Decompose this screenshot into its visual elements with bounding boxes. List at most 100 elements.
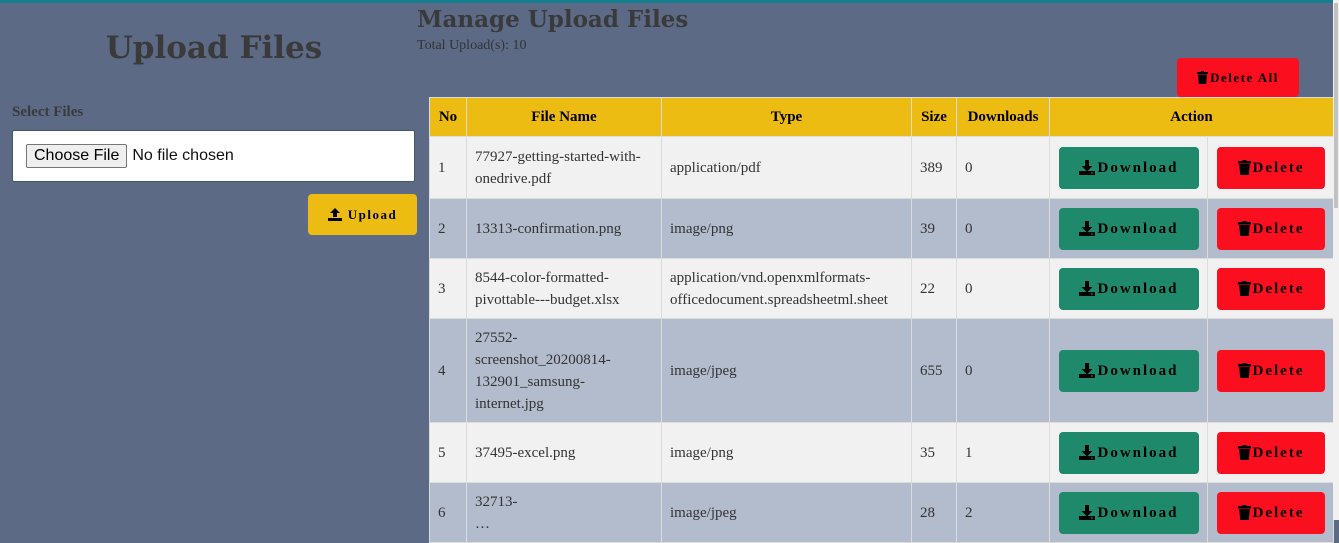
header-size: Size [911, 97, 957, 137]
download-icon [1079, 363, 1096, 378]
type-line: image/png [670, 444, 734, 461]
delete-button[interactable]: Delete [1217, 267, 1325, 310]
cell-downloads: 0 [956, 136, 1050, 199]
cell-type: image/jpeg [661, 318, 912, 423]
cell-file-name: 32713-… [466, 482, 662, 543]
cell-type: image/png [661, 422, 912, 483]
download-button[interactable]: Download [1059, 431, 1199, 474]
upload-icon [327, 208, 342, 221]
cell-type: application/pdf [661, 136, 912, 199]
download-icon [1079, 221, 1096, 236]
cell-type: image/jpeg [661, 482, 912, 543]
cell-delete-action: Delete [1207, 422, 1334, 483]
header-action: Action [1049, 97, 1334, 137]
download-label: Download [1097, 220, 1179, 237]
download-button[interactable]: Download [1059, 146, 1199, 189]
delete-label: Delete [1252, 362, 1305, 379]
cell-type: image/png [661, 198, 912, 259]
cell-size: 655 [911, 318, 957, 423]
file-input[interactable]: Choose File No file chosen [12, 130, 415, 182]
delete-button[interactable]: Delete [1217, 207, 1325, 250]
cell-download-action: Download [1049, 198, 1208, 259]
trash-icon [1237, 445, 1251, 460]
table-header-row: No File Name Type Size Downloads Action [429, 97, 1334, 137]
cell-size: 389 [911, 136, 957, 199]
trash-icon [1237, 221, 1251, 236]
cell-file-name: 37495-excel.png [466, 422, 662, 483]
cell-download-action: Download [1049, 258, 1208, 319]
trash-icon [1237, 505, 1251, 520]
download-icon [1079, 160, 1096, 175]
download-label: Download [1097, 444, 1179, 461]
trash-icon [1197, 71, 1209, 84]
download-button[interactable]: Download [1059, 207, 1199, 250]
file-name-line: 27552- [475, 329, 518, 346]
download-button[interactable]: Download [1059, 349, 1199, 392]
choose-file-button[interactable]: Choose File [26, 144, 128, 168]
table-body: 1 77927-getting-started-with-onedrive.pdf… [429, 136, 1334, 543]
select-files-label: Select Files [12, 104, 84, 120]
delete-label: Delete [1252, 444, 1305, 461]
download-label: Download [1097, 280, 1179, 297]
file-name-line: … [475, 515, 490, 532]
cell-no: 3 [429, 258, 467, 319]
download-button[interactable]: Download [1059, 267, 1199, 310]
upload-button[interactable]: Upload [308, 194, 417, 235]
download-icon [1079, 445, 1096, 460]
delete-button[interactable]: Delete [1217, 349, 1325, 392]
table-row: 3 8544-color-formatted-pivottable---budge… [429, 258, 1334, 319]
cell-file-name: 8544-color-formatted-pivottable---budget… [466, 258, 662, 319]
header-type: Type [661, 97, 912, 137]
type-line: image/png [670, 220, 734, 237]
cell-size: 28 [911, 482, 957, 543]
type-line: application/pdf [670, 159, 761, 176]
cell-no: 4 [429, 318, 467, 423]
cell-delete-action: Delete [1207, 198, 1334, 259]
cell-downloads: 2 [956, 482, 1050, 543]
file-name-line: 132901_samsung- [475, 373, 585, 390]
file-name-line: 8544-color-formatted- [475, 269, 609, 286]
total-uploads: Total Upload(s): 10 [417, 38, 527, 53]
cell-file-name: 13313-confirmation.png [466, 198, 662, 259]
file-status: No file chosen [132, 147, 234, 164]
cell-download-action: Download [1049, 422, 1208, 483]
delete-all-button[interactable]: Delete All [1177, 58, 1299, 97]
download-label: Download [1097, 362, 1179, 379]
cell-downloads: 0 [956, 198, 1050, 259]
cell-size: 22 [911, 258, 957, 319]
header-file-name: File Name [466, 97, 662, 137]
cell-no: 1 [429, 136, 467, 199]
files-table-wrapper: No File Name Type Size Downloads Action … [429, 97, 1334, 543]
cell-file-name: 27552- screenshot_20200814- 132901_samsung… [466, 318, 662, 423]
delete-button[interactable]: Delete [1217, 146, 1325, 189]
file-name-line: 77927-getting-started-with- [475, 148, 641, 165]
cell-size: 39 [911, 198, 957, 259]
cell-delete-action: Delete [1207, 482, 1334, 543]
delete-button[interactable]: Delete [1217, 431, 1325, 474]
upload-title: Upload Files [105, 30, 323, 66]
top-accent-bar [0, 0, 1339, 3]
table-row: 2 13313-confirmation.png image/png 39 0 Down… [429, 198, 1334, 259]
delete-button[interactable]: Delete [1217, 491, 1325, 534]
scrollbar-thumb[interactable] [1334, 3, 1338, 208]
cell-download-action: Download [1049, 136, 1208, 199]
file-name-line: internet.jpg [475, 395, 544, 412]
upload-button-label: Upload [347, 206, 398, 222]
download-icon [1079, 281, 1096, 296]
download-label: Download [1097, 504, 1179, 521]
table-row: 1 77927-getting-started-with-onedrive.pdf… [429, 136, 1334, 199]
cell-delete-action: Delete [1207, 258, 1334, 319]
download-label: Download [1097, 159, 1179, 176]
trash-icon [1237, 363, 1251, 378]
type-line: image/jpeg [670, 504, 737, 521]
cell-no: 2 [429, 198, 467, 259]
cell-downloads: 0 [956, 318, 1050, 423]
table-row: 6 32713- … image/jpeg 28 2 Download Delete [429, 482, 1334, 543]
table-row: 5 37495-excel.png image/png 35 1 Download De… [429, 422, 1334, 483]
manage-title: Manage Upload Files [417, 6, 689, 33]
download-button[interactable]: Download [1059, 491, 1199, 534]
cell-delete-action: Delete [1207, 318, 1334, 423]
cell-no: 6 [429, 482, 467, 543]
download-icon [1079, 505, 1096, 520]
file-name-line: 13313-confirmation.png [475, 220, 622, 237]
